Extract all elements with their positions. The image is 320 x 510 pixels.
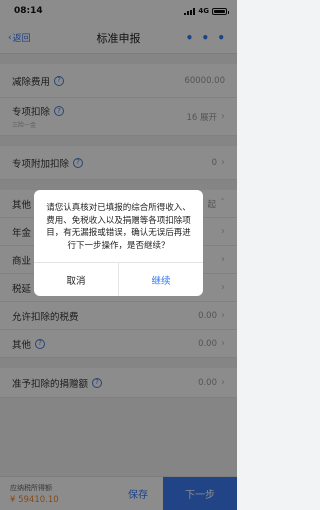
- continue-button[interactable]: 继续: [119, 263, 203, 296]
- dialog-actions: 取消 继续: [34, 262, 203, 296]
- dialog-message: 请您认真核对已填报的综合所得收入、费用、免税收入以及捐赠等各项扣除项目，有无漏报…: [46, 203, 191, 251]
- confirm-dialog: 请您认真核对已填报的综合所得收入、费用、免税收入以及捐赠等各项扣除项目，有无漏报…: [34, 190, 203, 296]
- cancel-button[interactable]: 取消: [34, 263, 119, 296]
